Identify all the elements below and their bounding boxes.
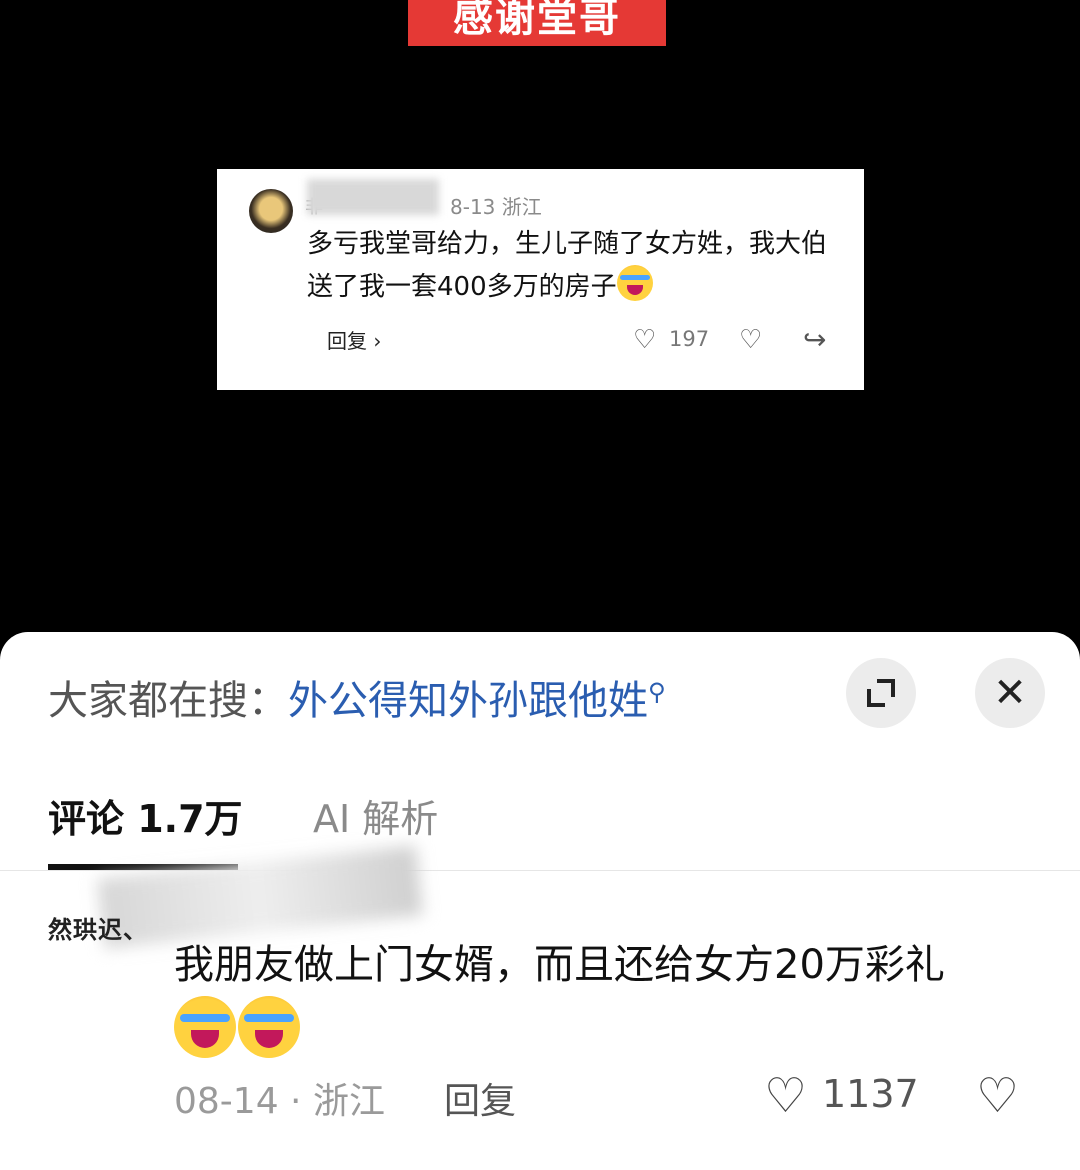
comment-text: 多亏我堂哥给力，生儿子随了女方姓，我大伯送了我一套400多万的房子 [307,223,837,308]
video-banner: 感谢堂哥 [408,0,666,46]
like-count: 197 [669,327,710,351]
laugh-cry-emoji-icon [174,996,236,1058]
tab-comments[interactable]: 评论 1.7万 [48,788,243,843]
share-icon: ↪ [803,323,827,356]
expand-icon [867,679,895,707]
heart-icon: ♡ [633,325,657,355]
laugh-cry-emoji-icon [238,996,300,1058]
like-count: 1137 [822,1072,919,1116]
reply-link: 回复 › [327,329,382,353]
search-icon: ⚲ [648,678,666,706]
comment-text: 我朋友做上门女婿，而且还给女方20万彩礼 [174,934,1034,1068]
divider [0,870,1080,871]
search-suggestion[interactable]: 大家都在搜：外公得知外孙跟他姓⚲ [48,668,666,726]
embedded-comment-screenshot: 非 8-13 浙江 多亏我堂哥给力，生儿子随了女方姓，我大伯送了我一套400多万… [217,169,864,390]
heart-icon[interactable]: ♡ [764,1068,807,1124]
broken-heart-icon: ♡ [739,325,763,355]
broken-heart-icon[interactable]: ♡ [976,1068,1019,1124]
comment-meta: 08-14 · 浙江 [174,1081,385,1122]
comment-body: 我朋友做上门女婿，而且还给女方20万彩礼 [174,942,945,988]
search-query-link[interactable]: 外公得知外孙跟他姓 [288,678,648,724]
username-blur [307,179,439,215]
comment-body: 多亏我堂哥给力，生儿子随了女方姓，我大伯送了我一套400多万的房子 [307,229,828,302]
reply-button[interactable]: 回复 [444,1072,516,1124]
close-button[interactable]: ✕ [975,658,1045,728]
search-prefix: 大家都在搜： [48,678,288,724]
avatar[interactable]: 然珙迟、 [48,910,148,945]
comment-meta: 8-13 浙江 [450,195,542,219]
close-icon: ✕ [993,670,1027,716]
expand-button[interactable] [846,658,916,728]
laugh-cry-emoji-icon [616,265,653,301]
comments-panel: 大家都在搜：外公得知外孙跟他姓⚲ ✕ 评论 1.7万 AI 解析 然珙迟、 我朋… [0,632,1080,1170]
avatar [249,189,293,233]
video-area[interactable]: 感谢堂哥 非 8-13 浙江 多亏我堂哥给力，生儿子随了女方姓，我大伯送了我一套… [0,0,1080,632]
tab-ai-analysis[interactable]: AI 解析 [313,788,438,843]
